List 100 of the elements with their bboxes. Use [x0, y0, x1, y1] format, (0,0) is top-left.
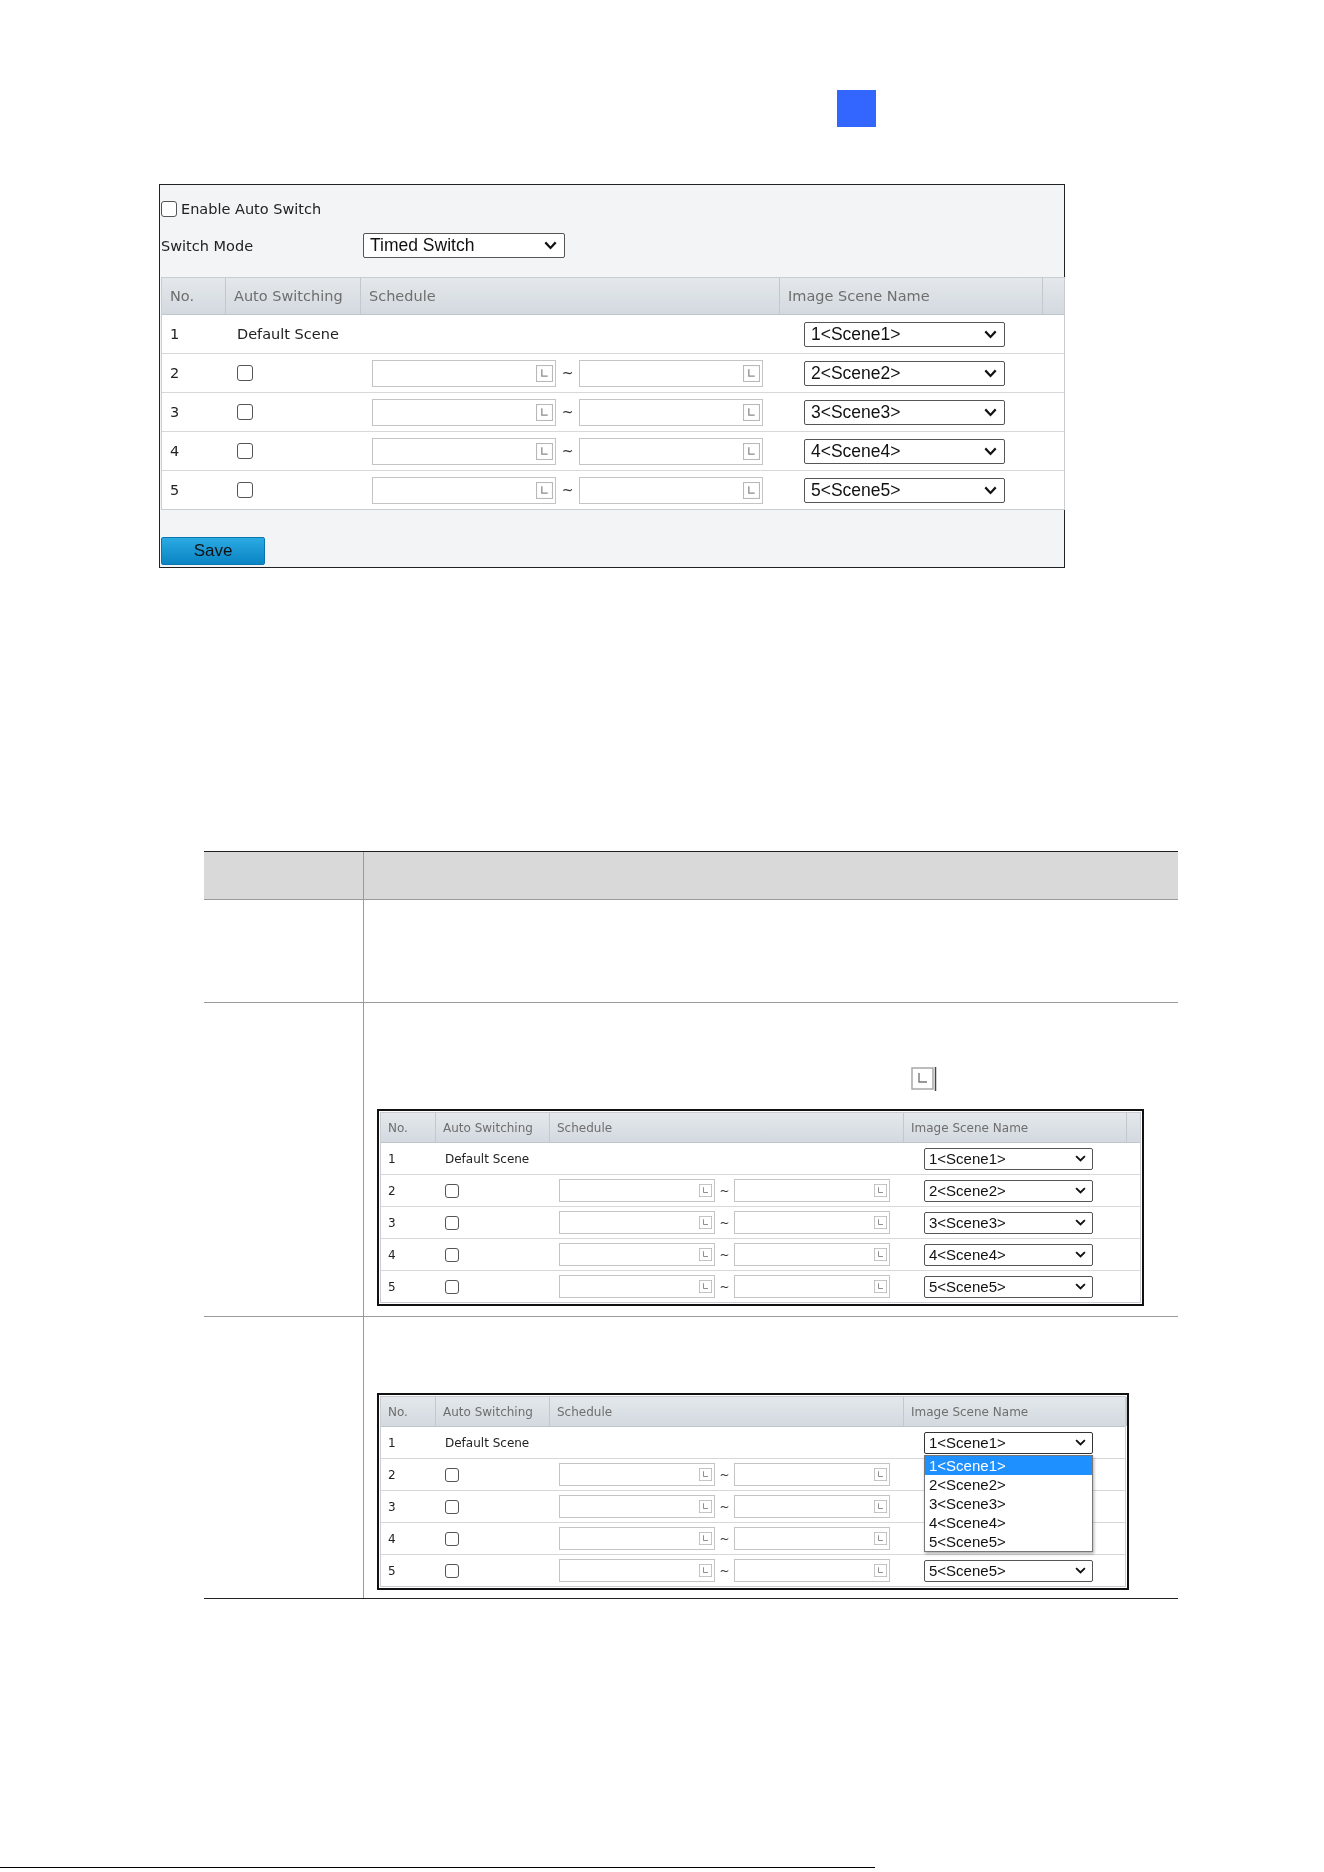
clock-icon	[874, 1532, 887, 1545]
auto-switching-checkbox[interactable]	[445, 1467, 459, 1482]
end-time-field[interactable]	[734, 1211, 890, 1234]
start-time-field[interactable]	[559, 1211, 715, 1234]
start-time-field[interactable]	[372, 437, 556, 465]
scene-label: Default Scene	[237, 326, 339, 342]
switch-mode-select[interactable]: Timed Switch	[363, 233, 565, 258]
dropdown-option[interactable]: 2<Scene2>	[925, 1475, 1092, 1494]
row-number: 4	[388, 1247, 396, 1262]
clock-icon	[699, 1216, 712, 1229]
scene-select[interactable]: 1<Scene1>	[924, 1431, 1093, 1454]
column-header: No.	[381, 1113, 436, 1142]
chevron-down-icon	[1075, 1251, 1086, 1258]
clock-icon	[874, 1500, 887, 1513]
end-time-field[interactable]	[579, 398, 763, 426]
end-time-field[interactable]	[734, 1179, 890, 1202]
start-time-field[interactable]	[372, 476, 556, 504]
chevron-down-icon	[1075, 1283, 1086, 1290]
scene-select[interactable]: 5<Scene5>	[804, 477, 1005, 503]
scene-select[interactable]: 1<Scene1>	[924, 1147, 1093, 1170]
row-number: 2	[170, 365, 180, 381]
chevron-down-icon	[1075, 1219, 1086, 1226]
enable-auto-switch-checkbox[interactable]	[161, 201, 177, 217]
scene-select[interactable]: 4<Scene4>	[924, 1243, 1093, 1266]
range-separator: ~	[718, 1215, 731, 1230]
range-separator: ~	[560, 443, 575, 459]
scene-select[interactable]: 1<Scene1>	[804, 321, 1005, 347]
scene-select[interactable]: 2<Scene2>	[804, 360, 1005, 386]
clock-icon	[699, 1564, 712, 1577]
auto-switching-checkbox[interactable]	[445, 1499, 459, 1514]
clock-icon	[536, 403, 553, 421]
end-time-field[interactable]	[579, 359, 763, 387]
chevron-down-icon	[1075, 1439, 1086, 1446]
clock-icon	[874, 1184, 887, 1197]
row-number: 2	[388, 1467, 396, 1482]
scene-label: Default Scene	[445, 1435, 530, 1450]
start-time-field[interactable]	[559, 1463, 715, 1486]
start-time-field[interactable]	[372, 359, 556, 387]
end-time-field[interactable]	[734, 1463, 890, 1486]
row-number: 4	[170, 443, 180, 459]
clock-icon	[743, 481, 760, 499]
range-separator: ~	[718, 1247, 731, 1262]
range-separator: ~	[718, 1531, 731, 1546]
range-separator: ~	[718, 1467, 731, 1482]
start-time-field[interactable]	[559, 1559, 715, 1582]
auto-switching-checkbox[interactable]	[237, 404, 253, 420]
clock-icon	[874, 1216, 887, 1229]
chevron-down-icon	[1075, 1567, 1086, 1574]
auto-switching-checkbox[interactable]	[445, 1215, 459, 1230]
auto-switching-checkbox[interactable]	[445, 1531, 459, 1546]
dropdown-option[interactable]: 3<Scene3>	[925, 1494, 1092, 1513]
start-time-field[interactable]	[559, 1243, 715, 1266]
start-time-field[interactable]	[559, 1275, 715, 1298]
column-header: Auto Switching	[436, 1113, 550, 1142]
auto-switching-checkbox[interactable]	[237, 443, 253, 459]
auto-switching-checkbox[interactable]	[237, 365, 253, 381]
row-number: 5	[388, 1279, 396, 1294]
start-time-field[interactable]	[559, 1179, 715, 1202]
save-button[interactable]: Save	[161, 537, 265, 565]
start-time-field[interactable]	[559, 1527, 715, 1550]
clock-icon	[699, 1184, 712, 1197]
clock-icon	[743, 364, 760, 382]
switch-mode-label: Switch Mode	[161, 237, 255, 254]
clock-icon	[536, 442, 553, 460]
scene-select[interactable]: 4<Scene4>	[804, 438, 1005, 464]
auto-switching-checkbox[interactable]	[445, 1183, 459, 1198]
range-separator: ~	[560, 365, 575, 381]
scene-select[interactable]: 2<Scene2>	[924, 1179, 1093, 1202]
auto-switching-checkbox[interactable]	[237, 482, 253, 498]
row-number: 4	[388, 1531, 396, 1546]
clock-icon	[699, 1500, 712, 1513]
column-header: Image Scene Name	[780, 278, 1043, 314]
scene-select[interactable]: 5<Scene5>	[924, 1275, 1093, 1298]
range-separator: ~	[718, 1183, 731, 1198]
chevron-down-icon	[984, 407, 997, 417]
clock-icon	[743, 403, 760, 421]
dropdown-option[interactable]: 5<Scene5>	[925, 1532, 1092, 1551]
scene-select[interactable]: 3<Scene3>	[804, 399, 1005, 425]
end-time-field[interactable]	[734, 1559, 890, 1582]
column-header: Schedule	[550, 1113, 904, 1142]
scene-select[interactable]: 3<Scene3>	[924, 1211, 1093, 1234]
scene-select[interactable]: 5<Scene5>	[924, 1559, 1093, 1582]
end-time-field[interactable]	[734, 1495, 890, 1518]
row-number: 3	[170, 404, 180, 420]
start-time-field[interactable]	[372, 398, 556, 426]
dropdown-option[interactable]: 4<Scene4>	[925, 1513, 1092, 1532]
auto-switching-checkbox[interactable]	[445, 1279, 459, 1294]
checkbox-label: Enable Auto Switch	[181, 201, 322, 217]
end-time-field[interactable]	[734, 1527, 890, 1550]
auto-switching-checkbox[interactable]	[445, 1247, 459, 1262]
end-time-field[interactable]	[734, 1275, 890, 1298]
end-time-field[interactable]	[579, 437, 763, 465]
end-time-field[interactable]	[734, 1243, 890, 1266]
start-time-field[interactable]	[559, 1495, 715, 1518]
end-time-field[interactable]	[579, 476, 763, 504]
column-header: Schedule	[550, 1397, 904, 1426]
chevron-down-icon	[984, 368, 997, 378]
range-separator: ~	[718, 1563, 731, 1578]
auto-switching-checkbox[interactable]	[445, 1563, 459, 1578]
chevron-down-icon	[544, 241, 557, 250]
